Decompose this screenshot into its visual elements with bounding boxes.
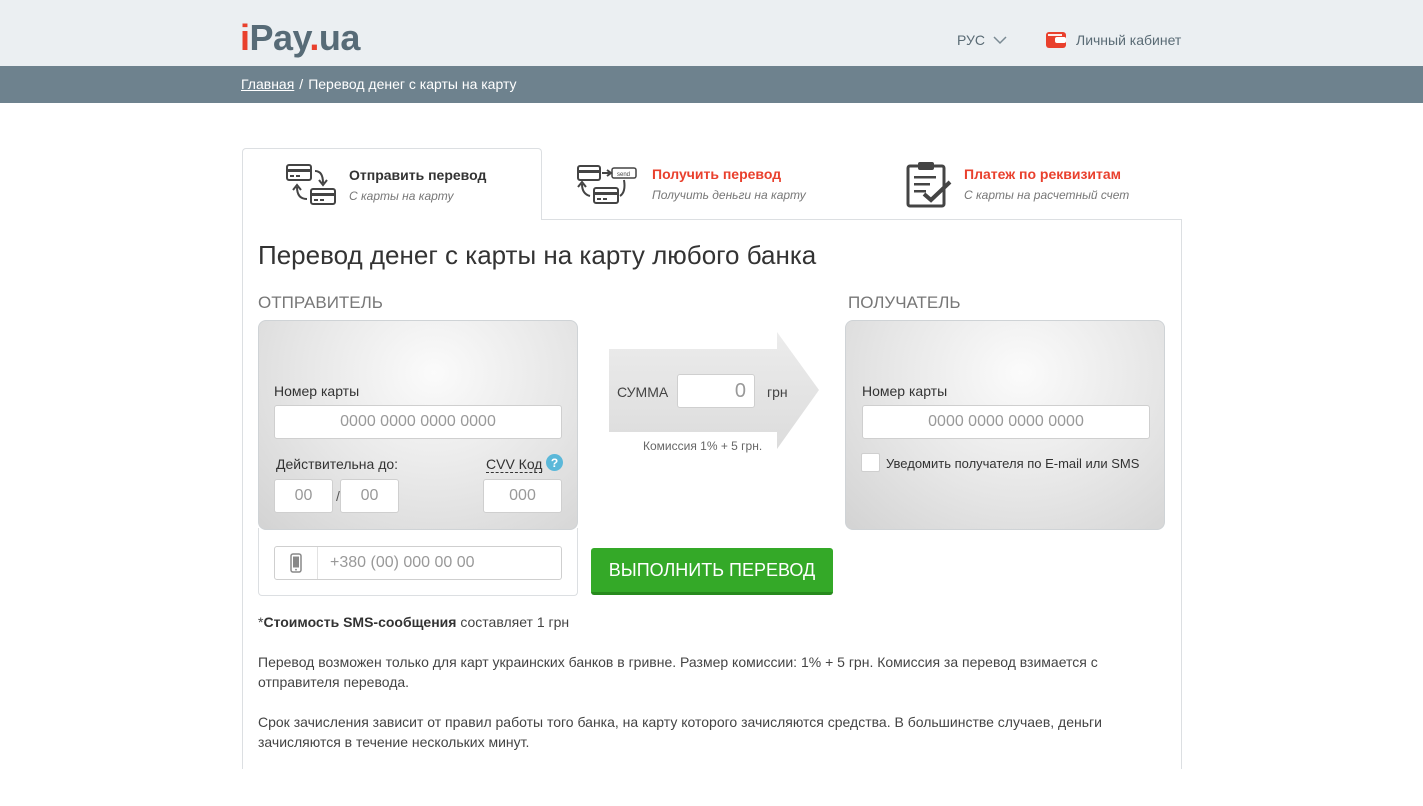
breadcrumb-bar: Главная / Перевод денег с карты на карту (0, 66, 1423, 103)
card-transfer-icon (286, 163, 336, 205)
recipient-card-number-label: Номер карты (862, 383, 948, 399)
expiry-year-input[interactable] (340, 479, 399, 513)
sms-cost-note: *Стоимость SMS-сообщения составляет 1 гр… (258, 612, 1168, 632)
language-label: РУС (957, 32, 986, 48)
personal-cabinet-link[interactable]: Личный кабинет (1046, 31, 1181, 49)
tab-title: Отправить перевод (349, 166, 487, 183)
transfer-tabs: Отправить перевод С карты на карту send … (242, 148, 1182, 220)
currency-label: грн (767, 384, 788, 400)
mobile-phone-icon (275, 547, 318, 579)
sms-note-rest: составляет 1 грн (456, 614, 570, 630)
commission-info-paragraph: Перевод возможен только для карт украинс… (258, 654, 1098, 690)
tab-receive-transfer[interactable]: send Получить перевод Получить деньги на… (576, 148, 806, 220)
tab-requisites-payment[interactable]: Платеж по реквизитам С карты на расчетны… (906, 148, 1129, 220)
crediting-time-paragraph: Срок зачисления зависит от правил работы… (258, 714, 1102, 750)
tab-title: Получить перевод (652, 166, 782, 182)
sender-heading: ОТПРАВИТЕЛЬ (258, 293, 383, 312)
logo-letter-i: i (240, 17, 250, 58)
logo-pay: Pay (249, 17, 310, 58)
sms-note-bold: Стоимость SMS-сообщения (263, 614, 457, 630)
sender-card-number-label: Номер карты (274, 383, 360, 399)
chevron-down-icon (993, 36, 1007, 45)
sender-card-number-input[interactable] (274, 405, 562, 439)
language-selector[interactable]: РУС (957, 32, 1007, 48)
cvv-input[interactable] (483, 479, 562, 513)
svg-text:send: send (617, 172, 630, 178)
sender-card: Номер карты Действительна до: CVV Код ? … (258, 320, 578, 530)
recipient-heading: ПОЛУЧАТЕЛЬ (848, 293, 961, 312)
breadcrumb-home-link[interactable]: Главная (241, 76, 294, 92)
site-header: iPay.ua РУС Личный кабинет (0, 0, 1423, 66)
breadcrumb-separator: / (299, 76, 304, 92)
svg-text:?: ? (551, 456, 558, 470)
expiry-month-input[interactable] (274, 479, 333, 513)
breadcrumb-current: Перевод денег с карты на карту (308, 76, 517, 92)
question-icon[interactable]: ? (546, 454, 563, 471)
phone-field[interactable] (274, 546, 562, 580)
card-receive-icon: send (577, 165, 637, 204)
submit-transfer-button[interactable]: ВЫПОЛНИТЬ ПЕРЕВОД (591, 548, 833, 595)
page-title: Перевод денег с карты на карту любого ба… (258, 240, 817, 270)
recipient-card-number-input[interactable] (862, 405, 1150, 439)
tab-subtitle: Получить деньги на карту (652, 188, 806, 202)
logo-dot: . (309, 17, 319, 58)
sum-label: СУММА (617, 384, 669, 400)
logo-ua: ua (318, 17, 361, 58)
phone-input[interactable] (318, 554, 558, 572)
commission-note: Комиссия 1% + 5 грн. (643, 439, 763, 453)
sum-input[interactable] (677, 374, 755, 408)
recipient-card: Номер карты (845, 320, 1165, 530)
cvv-label: CVV Код (486, 456, 543, 473)
tab-title: Платеж по реквизитам (964, 166, 1122, 182)
notify-recipient-label: Уведомить получателя по E-mail или SMS (886, 456, 1140, 471)
tab-subtitle: С карты на расчетный счет (964, 188, 1130, 202)
wallet-icon (1046, 32, 1066, 48)
valid-until-label: Действительна до: (276, 456, 399, 472)
tab-send-transfer[interactable]: Отправить перевод С карты на карту (242, 148, 542, 220)
notify-recipient-checkbox[interactable] (861, 453, 880, 472)
tab-subtitle: С карты на карту (349, 188, 454, 203)
logo[interactable]: iPay.ua (240, 18, 360, 58)
personal-cabinet-label: Личный кабинет (1076, 32, 1182, 48)
breadcrumb: Главная / Перевод денег с карты на карту (241, 76, 517, 92)
clipboard-check-icon (906, 162, 952, 208)
